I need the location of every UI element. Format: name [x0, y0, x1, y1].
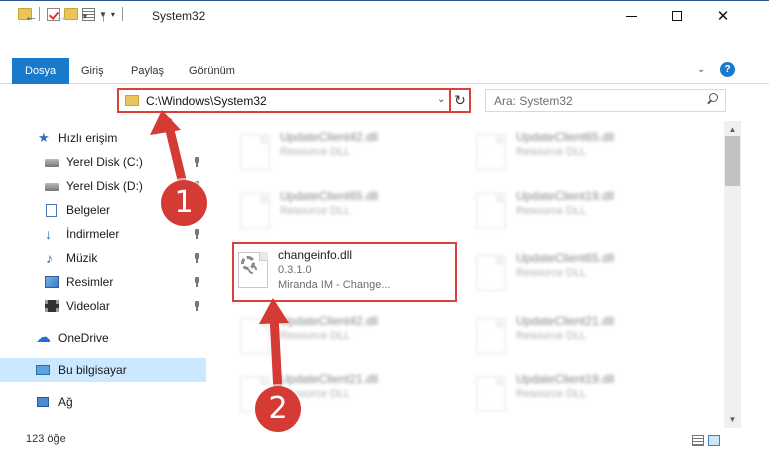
step-marker-2: 2 — [255, 386, 301, 432]
arrowhead-2 — [259, 298, 289, 324]
step-marker-1: 1 — [161, 180, 207, 226]
arrow-to-file — [269, 310, 283, 397]
arrowhead-1 — [150, 110, 181, 135]
annotation-arrows — [150, 110, 289, 397]
